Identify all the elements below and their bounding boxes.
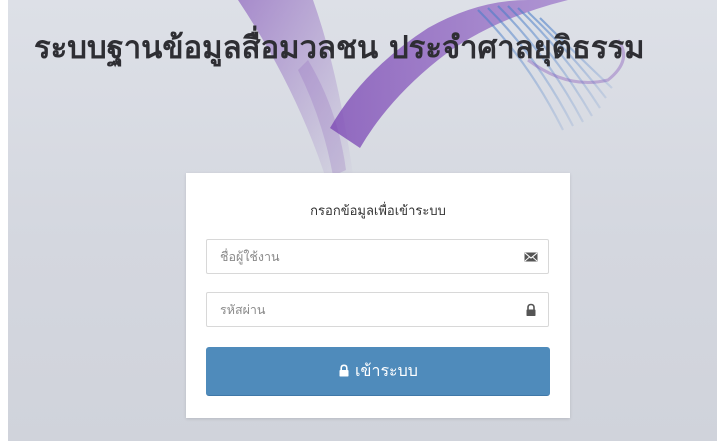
login-button[interactable]: เข้าระบบ (206, 347, 550, 396)
password-input[interactable] (207, 293, 548, 326)
lock-icon (526, 303, 536, 316)
password-field (206, 292, 549, 327)
username-input[interactable] (207, 240, 548, 273)
page-title: ระบบฐานข้อมูลสื่อมวลชน ประจำศาลยุติธรรม (34, 30, 645, 66)
login-button-label: เข้าระบบ (355, 360, 418, 380)
lock-icon (339, 363, 349, 376)
username-field (206, 239, 549, 274)
envelope-icon (524, 252, 538, 262)
login-form: กรอกข้อมูลเพื่อเข้าระบบ เข้าระบบ (186, 173, 570, 418)
login-heading: กรอกข้อมูลเพื่อเข้าระบบ (310, 204, 446, 219)
left-edge-strip (0, 0, 8, 441)
